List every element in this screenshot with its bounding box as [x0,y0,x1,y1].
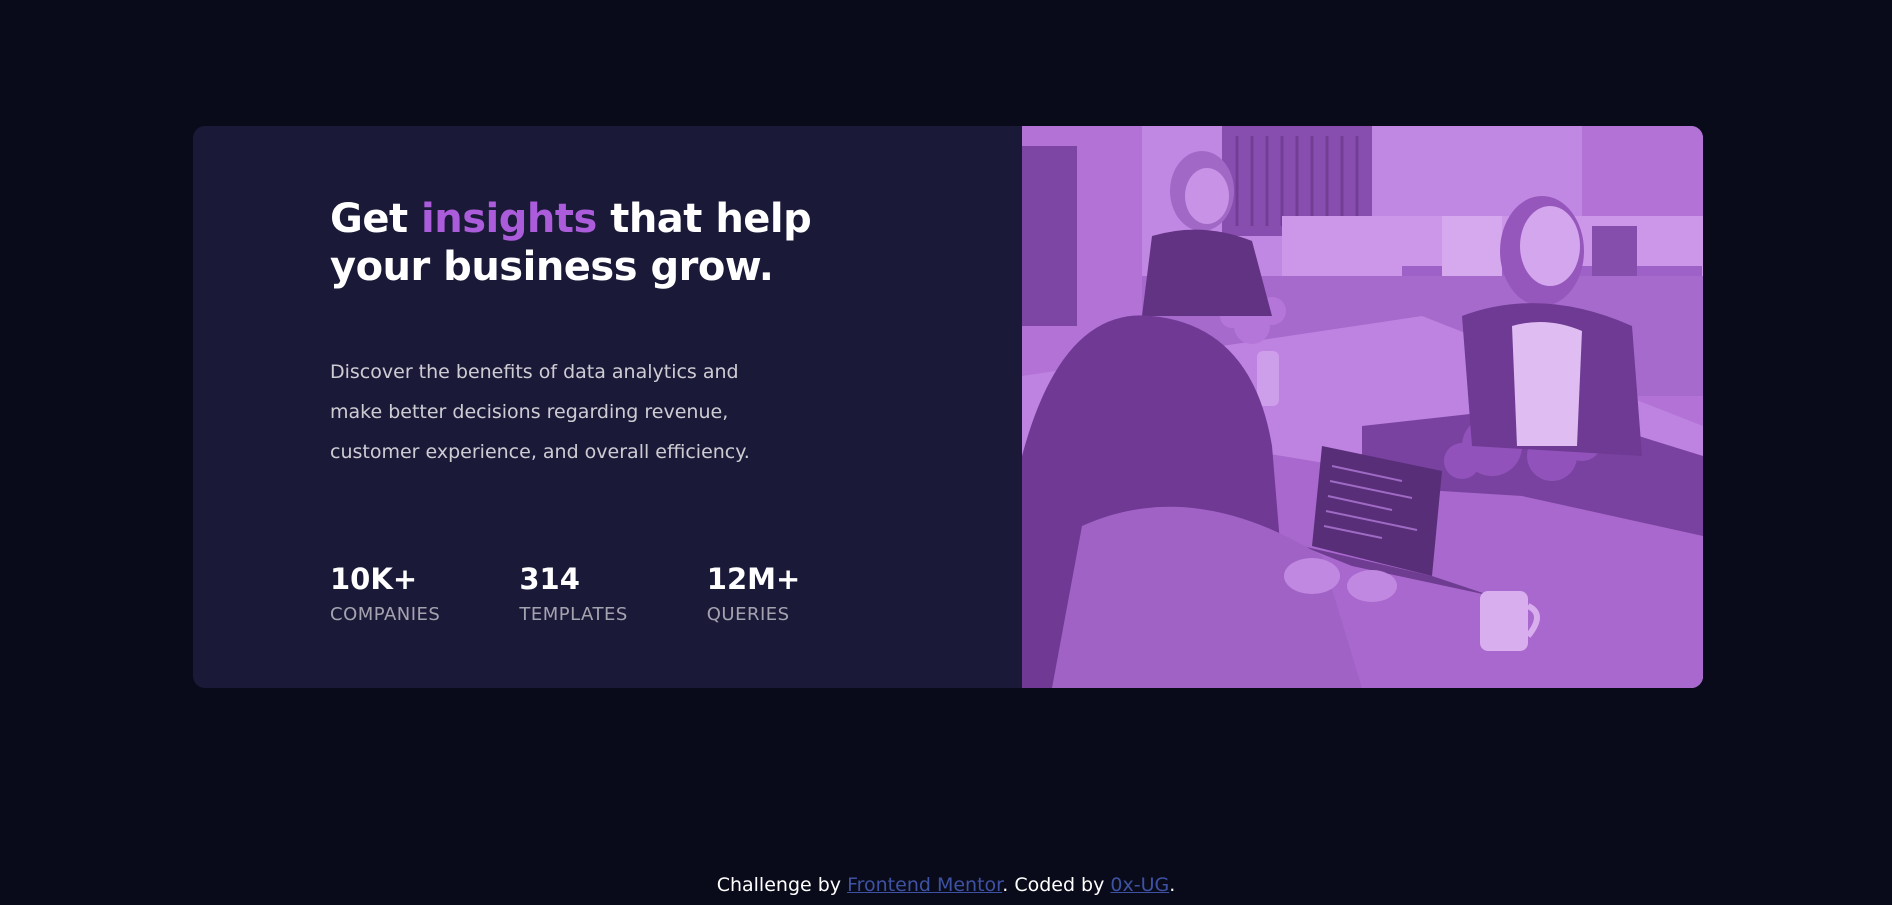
page-title: Get insights that help your business gro… [330,195,890,291]
title-prefix: Get [330,196,422,242]
hero-image [1022,126,1703,688]
attribution-suffix: . [1169,874,1176,896]
stat-value: 12M+ [706,562,801,596]
stat-value: 10K+ [330,562,418,596]
attribution-prefix: Challenge by [716,874,848,896]
stat-label: TEMPLATES [519,604,628,625]
stats-preview-card: Get insights that help your business gro… [193,126,1703,688]
stats-row: 10K+ COMPANIES 314 TEMPLATES 12M+ QUERIE… [330,561,800,629]
stat-companies: 10K+ COMPANIES [330,561,440,629]
title-accent: insights [421,196,597,242]
frontend-mentor-link[interactable]: Frontend Mentor [847,874,1002,896]
stat-value: 314 [519,562,580,596]
page: Get insights that help your business gro… [0,0,1892,905]
stat-label: COMPANIES [330,604,441,625]
card-content: Get insights that help your business gro… [193,126,1022,688]
stat-label: QUERIES [706,604,790,625]
attribution-middle: . Coded by [1002,874,1111,896]
stat-queries: 12M+ QUERIES [707,561,801,629]
description: Discover the benefits of data analytics … [330,361,750,463]
attribution: Challenge by Frontend Mentor. Coded by 0… [0,872,1892,898]
office-photo-illustration [1022,126,1703,688]
author-link[interactable]: 0x-UG [1110,874,1169,896]
stat-templates: 314 TEMPLATES [519,561,627,629]
